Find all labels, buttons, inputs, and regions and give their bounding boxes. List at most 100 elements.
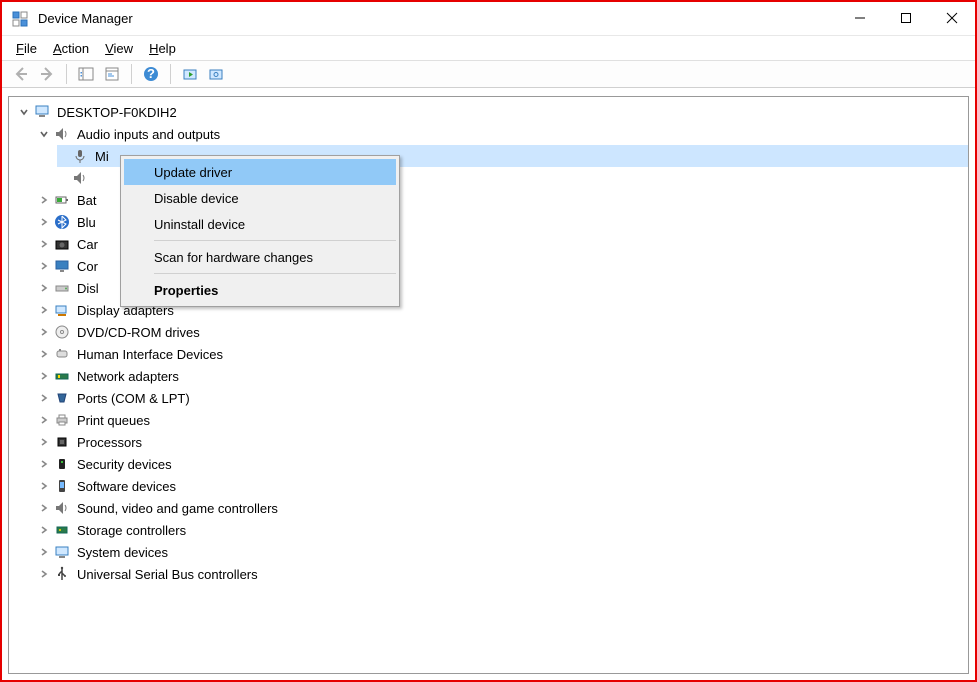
hid-icon	[53, 345, 71, 363]
context-separator	[154, 273, 396, 274]
expand-icon[interactable]	[37, 457, 51, 471]
security-icon	[53, 455, 71, 473]
menu-help[interactable]: Help	[149, 41, 176, 56]
context-properties[interactable]: Properties	[124, 277, 396, 303]
context-item-label: Update driver	[154, 165, 232, 180]
close-button[interactable]	[929, 2, 975, 34]
category-label: Network adapters	[77, 369, 179, 384]
category-label: Universal Serial Bus controllers	[77, 567, 258, 582]
expand-icon[interactable]	[37, 391, 51, 405]
toolbar-separator	[170, 64, 171, 84]
category-label: Blu	[77, 215, 96, 230]
expand-icon[interactable]	[37, 237, 51, 251]
tree-category[interactable]: Processors	[37, 431, 968, 453]
monitor-icon	[53, 257, 71, 275]
collapse-icon[interactable]	[37, 127, 51, 141]
network-icon	[53, 367, 71, 385]
category-label: Sound, video and game controllers	[77, 501, 278, 516]
category-label: Security devices	[77, 457, 172, 472]
storage-icon	[53, 521, 71, 539]
category-label: Print queues	[77, 413, 150, 428]
context-item-label: Properties	[154, 283, 218, 298]
context-scan-hardware[interactable]: Scan for hardware changes	[124, 244, 396, 270]
device-manager-window: Device Manager File Action View Help ?	[0, 0, 977, 682]
category-label: Processors	[77, 435, 142, 450]
system-icon	[53, 543, 71, 561]
camera-icon	[53, 235, 71, 253]
toolbar-separator	[131, 64, 132, 84]
expand-icon[interactable]	[37, 523, 51, 537]
sound-icon	[53, 499, 71, 517]
context-item-label: Uninstall device	[154, 217, 245, 232]
context-disable-device[interactable]: Disable device	[124, 185, 396, 211]
category-label: Storage controllers	[77, 523, 186, 538]
view-button[interactable]	[205, 63, 227, 85]
expand-icon[interactable]	[37, 501, 51, 515]
tree-category[interactable]: Universal Serial Bus controllers	[37, 563, 968, 585]
expand-icon[interactable]	[37, 479, 51, 493]
battery-icon	[53, 191, 71, 209]
tree-category[interactable]: Ports (COM & LPT)	[37, 387, 968, 409]
expand-icon[interactable]	[37, 303, 51, 317]
tree-category[interactable]: Sound, video and game controllers	[37, 497, 968, 519]
forward-button[interactable]	[36, 63, 58, 85]
speaker-icon	[71, 169, 89, 187]
expand-icon[interactable]	[37, 325, 51, 339]
properties-button[interactable]	[101, 63, 123, 85]
expand-icon[interactable]	[37, 259, 51, 273]
tree-category[interactable]: Print queues	[37, 409, 968, 431]
category-label: Ports (COM & LPT)	[77, 391, 190, 406]
expand-icon[interactable]	[37, 215, 51, 229]
disk-icon	[53, 279, 71, 297]
bluetooth-icon	[53, 213, 71, 231]
category-label: Human Interface Devices	[77, 347, 223, 362]
tree-category[interactable]: Security devices	[37, 453, 968, 475]
expand-icon[interactable]	[37, 413, 51, 427]
show-hide-tree-button[interactable]	[75, 63, 97, 85]
tree-category[interactable]: Network adapters	[37, 365, 968, 387]
minimize-button[interactable]	[837, 2, 883, 34]
category-label: Bat	[77, 193, 97, 208]
context-uninstall-device[interactable]: Uninstall device	[124, 211, 396, 237]
expand-icon[interactable]	[37, 567, 51, 581]
device-label: Mi	[95, 149, 109, 164]
expand-icon[interactable]	[37, 347, 51, 361]
menu-view[interactable]: View	[105, 41, 133, 56]
tree-category-audio[interactable]: Audio inputs and outputs	[37, 123, 968, 145]
category-label: Car	[77, 237, 98, 252]
printer-icon	[53, 411, 71, 429]
category-label: Disl	[77, 281, 99, 296]
usb-icon	[53, 565, 71, 583]
computer-icon	[33, 103, 51, 121]
tree-category[interactable]: Software devices	[37, 475, 968, 497]
toolbar-separator	[66, 64, 67, 84]
speaker-icon	[53, 125, 71, 143]
help-button[interactable]: ?	[140, 63, 162, 85]
scan-hardware-button[interactable]	[179, 63, 201, 85]
tree-category[interactable]: System devices	[37, 541, 968, 563]
tree-category[interactable]: DVD/CD-ROM drives	[37, 321, 968, 343]
context-update-driver[interactable]: Update driver	[124, 159, 396, 185]
category-label: Audio inputs and outputs	[77, 127, 220, 142]
menu-file[interactable]: File	[16, 41, 37, 56]
back-button[interactable]	[10, 63, 32, 85]
titlebar: Device Manager	[2, 2, 975, 36]
category-label: Cor	[77, 259, 98, 274]
microphone-icon	[71, 147, 89, 165]
menu-action[interactable]: Action	[53, 41, 89, 56]
expand-icon[interactable]	[37, 369, 51, 383]
expand-icon[interactable]	[37, 435, 51, 449]
expand-icon[interactable]	[37, 281, 51, 295]
tree-root[interactable]: DESKTOP-F0KDIH2	[17, 101, 968, 123]
expand-icon[interactable]	[37, 545, 51, 559]
collapse-icon[interactable]	[17, 105, 31, 119]
maximize-button[interactable]	[883, 2, 929, 34]
context-separator	[154, 240, 396, 241]
context-item-label: Disable device	[154, 191, 239, 206]
expand-icon[interactable]	[37, 193, 51, 207]
context-menu: Update driver Disable device Uninstall d…	[120, 155, 400, 307]
software-icon	[53, 477, 71, 495]
tree-category[interactable]: Human Interface Devices	[37, 343, 968, 365]
menubar: File Action View Help	[2, 36, 975, 60]
tree-category[interactable]: Storage controllers	[37, 519, 968, 541]
